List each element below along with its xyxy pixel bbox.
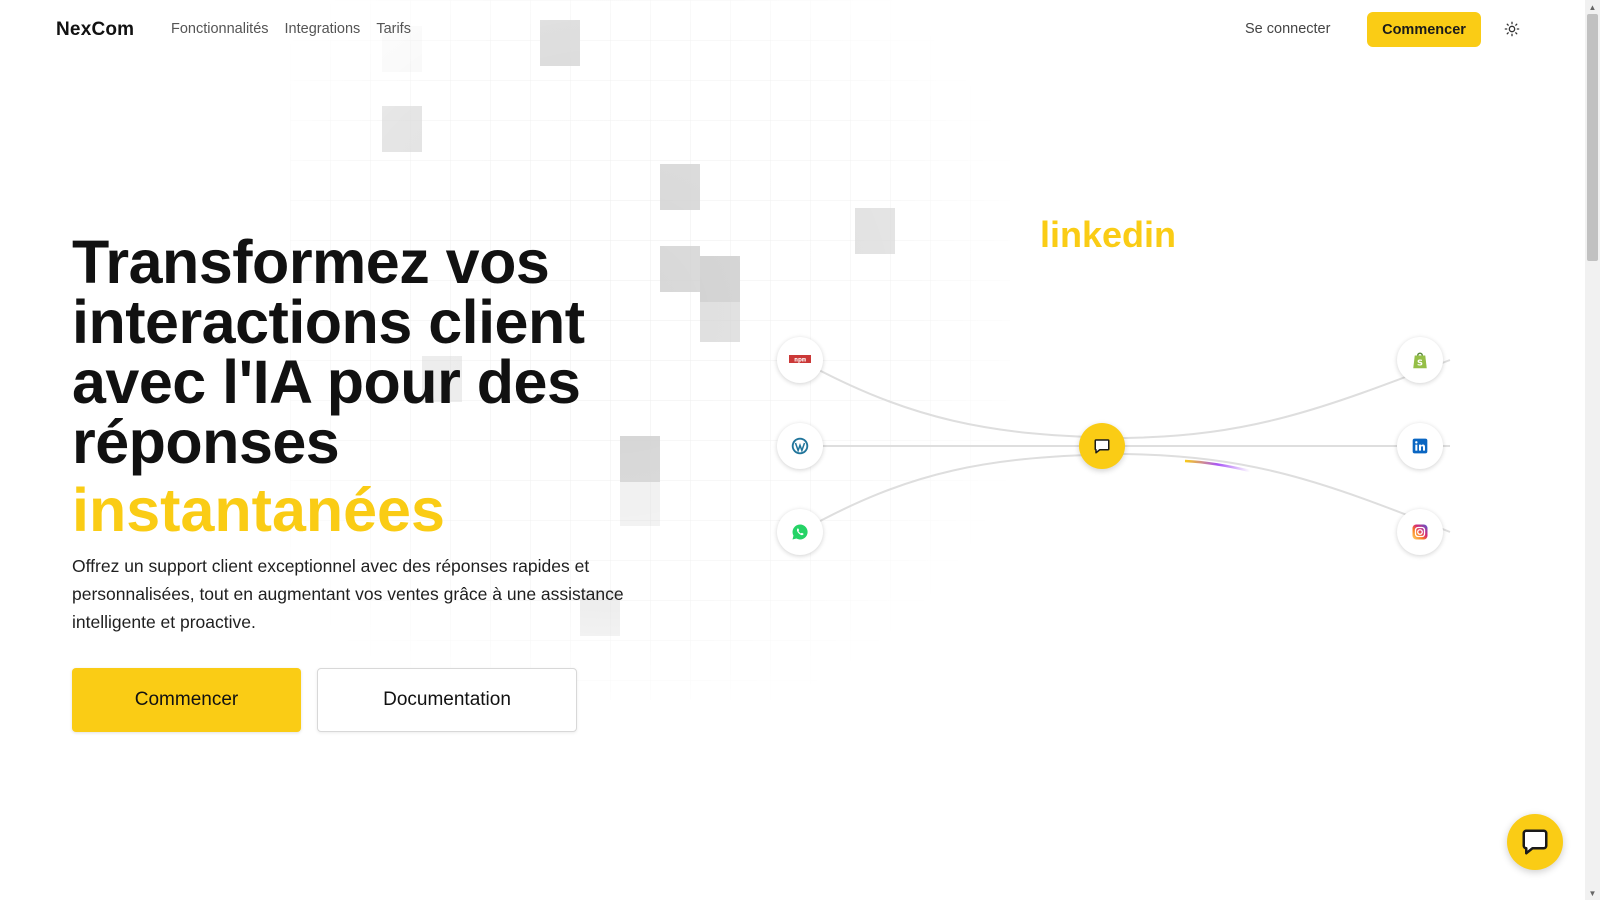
active-integration-label: linkedin xyxy=(1040,214,1177,255)
shopify-icon: S xyxy=(1413,352,1427,369)
npm-icon: npm xyxy=(789,355,811,364)
hero-title-highlight: instantanées xyxy=(72,476,445,544)
top-navbar: NexCom Fonctionnalités Integrations Tari… xyxy=(0,0,1560,60)
scroll-up-arrow-icon[interactable]: ▲ xyxy=(1585,0,1600,14)
page-scrollbar[interactable]: ▲ ▼ xyxy=(1585,0,1600,900)
chat-hub-node xyxy=(1079,423,1125,469)
nav-link-features[interactable]: Fonctionnalités xyxy=(171,21,269,37)
integration-node-shopify[interactable]: S xyxy=(1397,337,1443,383)
nav-link-pricing[interactable]: Tarifs xyxy=(376,21,411,37)
login-link[interactable]: Se connecter xyxy=(1245,21,1330,37)
integrations-diagram: npm S xyxy=(760,320,1480,580)
integration-node-linkedin[interactable] xyxy=(1397,423,1443,469)
integration-node-instagram[interactable] xyxy=(1397,509,1443,555)
sun-icon xyxy=(1504,21,1520,37)
brand-logo[interactable]: NexCom xyxy=(56,19,134,41)
integration-node-npm[interactable]: npm xyxy=(777,337,823,383)
integration-node-wordpress[interactable] xyxy=(777,423,823,469)
svg-text:npm: npm xyxy=(794,356,806,364)
header-start-button[interactable]: Commencer xyxy=(1367,12,1481,47)
chat-widget-button[interactable] xyxy=(1507,814,1563,870)
documentation-button[interactable]: Documentation xyxy=(317,668,577,732)
instagram-icon xyxy=(1412,524,1428,540)
main-nav: Fonctionnalités Integrations Tarifs xyxy=(171,21,411,37)
scrollbar-thumb[interactable] xyxy=(1587,14,1598,261)
linkedin-icon xyxy=(1412,438,1428,454)
svg-text:S: S xyxy=(1417,357,1423,367)
theme-toggle-button[interactable] xyxy=(1500,17,1524,41)
wordpress-icon xyxy=(791,437,809,455)
hero-subtitle: Offrez un support client exceptionnel av… xyxy=(72,556,624,632)
nav-link-integrations[interactable]: Integrations xyxy=(285,21,361,37)
chat-bubble-icon xyxy=(1094,439,1110,454)
get-started-button[interactable]: Commencer xyxy=(72,668,301,732)
scroll-down-arrow-icon[interactable]: ▼ xyxy=(1585,886,1600,900)
chat-icon xyxy=(1522,829,1548,855)
integration-node-whatsapp[interactable] xyxy=(777,509,823,555)
whatsapp-icon xyxy=(792,524,808,540)
hero-title: Transformez vos interactions client avec… xyxy=(72,228,585,476)
